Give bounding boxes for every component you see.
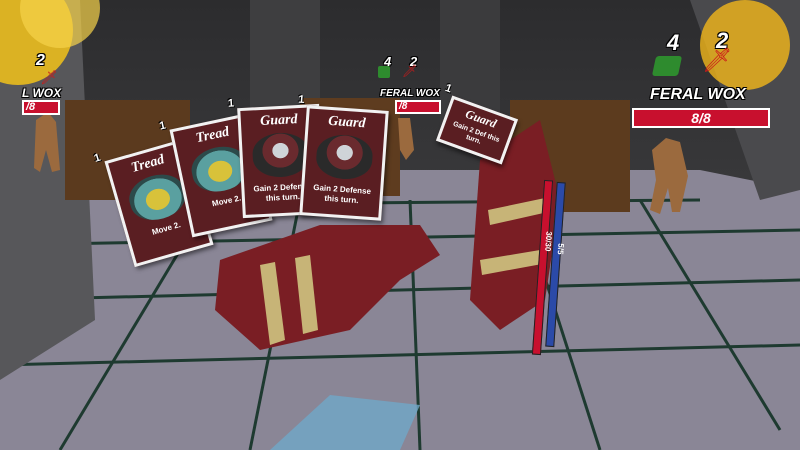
dungeon-scene	[0, 0, 800, 450]
sword-icon: 🗡	[402, 64, 418, 78]
enemy-name: FERAL WOX	[380, 88, 440, 99]
enemy-name: FERAL WOX	[650, 86, 746, 103]
card-cost: 1	[227, 97, 235, 110]
card-art	[314, 133, 374, 181]
enemy-health-bar: /8	[395, 100, 441, 114]
shield-icon	[378, 66, 390, 78]
sword-icon: 🗡	[702, 46, 733, 74]
player-energy-readout: 5/5	[555, 243, 566, 255]
card-cost: 1	[297, 93, 305, 107]
enemy-name: L WOX	[22, 86, 62, 100]
game-viewport: 2 🗡 L WOX /8 4 2 🗡 FERAL WOX /8 4 2 🗡 FE…	[0, 0, 800, 450]
torch-glow	[700, 0, 790, 90]
shield-icon	[651, 56, 683, 76]
card-text: Gain 2 Defense this turn.	[313, 182, 372, 206]
enemy-defense-value: 4	[667, 30, 680, 55]
card-art	[251, 131, 310, 179]
enemy-health-bar: /8	[22, 100, 60, 115]
hand-card-guard[interactable]: 1 Guard Gain 2 Defense this turn.	[298, 94, 389, 221]
card-title: Guard	[327, 113, 366, 132]
enemy-attack-value: 2	[36, 52, 45, 69]
sword-icon: 🗡	[40, 70, 58, 86]
enemy-health-bar: 8/8	[632, 108, 770, 128]
